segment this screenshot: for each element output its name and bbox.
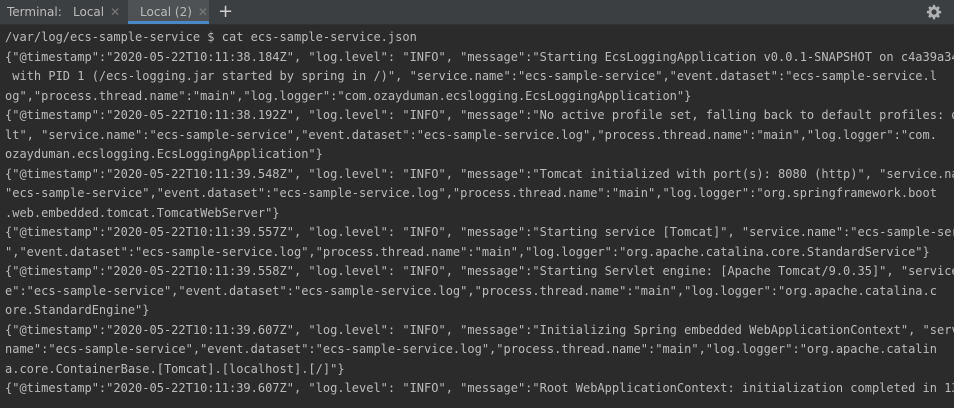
terminal-line: ozayduman.ecslogging.EcsLoggingApplicati… — [5, 147, 323, 161]
terminal-line: {"@timestamp":"2020-05-22T10:11:38.192Z"… — [5, 108, 954, 122]
tab-local-2[interactable]: Local (2) ✕ — [128, 0, 209, 24]
tab-local[interactable]: Local ✕ — [64, 0, 128, 24]
tab-label: Local (2) — [140, 5, 192, 19]
terminal-line: "ecs-sample-service","event.dataset":"ec… — [5, 186, 937, 200]
terminal-line: .web.embedded.tomcat.TomcatWebServer"} — [5, 205, 280, 220]
terminal-line: {"@timestamp":"2020-05-22T10:11:38.184Z"… — [5, 49, 954, 64]
terminal-line: og","process.thread.name":"main","log.lo… — [5, 88, 692, 103]
terminal-line: with PID 1 (/ecs-logging.jar started by … — [5, 69, 937, 83]
terminal-tab-bar: Terminal: Local ✕ Local (2) ✕ + — [0, 0, 954, 25]
terminal-line: {"@timestamp":"2020-05-22T10:11:39.607Z"… — [5, 381, 954, 395]
terminal-line: name":"ecs-sample-service","event.datase… — [5, 342, 937, 356]
new-tab-button[interactable]: + — [218, 0, 233, 23]
terminal-line: ","event.dataset":"ecs-sample-service.lo… — [5, 244, 930, 259]
terminal-window: Terminal: Local ✕ Local (2) ✕ + /var/log/e… — [0, 0, 954, 408]
tab-label: Local — [73, 5, 105, 19]
terminal-line: {"@timestamp":"2020-05-22T10:11:39.548Z"… — [5, 166, 954, 181]
gear-icon[interactable] — [926, 4, 942, 20]
terminal-line: {"@timestamp":"2020-05-22T10:11:39.558Z"… — [5, 264, 954, 278]
terminal-line: ore.StandardEngine"} — [5, 303, 150, 317]
terminal-line: lt", "service.name":"ecs-sample-service"… — [5, 127, 937, 142]
terminal-line: {"@timestamp":"2020-05-22T10:11:39.557Z"… — [5, 225, 954, 239]
terminal-line: /var/log/ecs-sample-service $ cat ecs-sa… — [5, 30, 417, 44]
terminal-title: Terminal: — [7, 5, 62, 19]
terminal-line: {"@timestamp":"2020-05-22T10:11:39.607Z"… — [5, 322, 954, 337]
terminal-output[interactable]: /var/log/ecs-sample-service $ cat ecs-sa… — [0, 25, 954, 408]
terminal-line: a.core.ContainerBase.[Tomcat].[localhost… — [5, 361, 345, 376]
terminal-line: e":"ecs-sample-service","event.dataset":… — [5, 283, 937, 298]
close-icon[interactable]: ✕ — [110, 0, 120, 24]
active-tab-indicator — [128, 21, 209, 24]
